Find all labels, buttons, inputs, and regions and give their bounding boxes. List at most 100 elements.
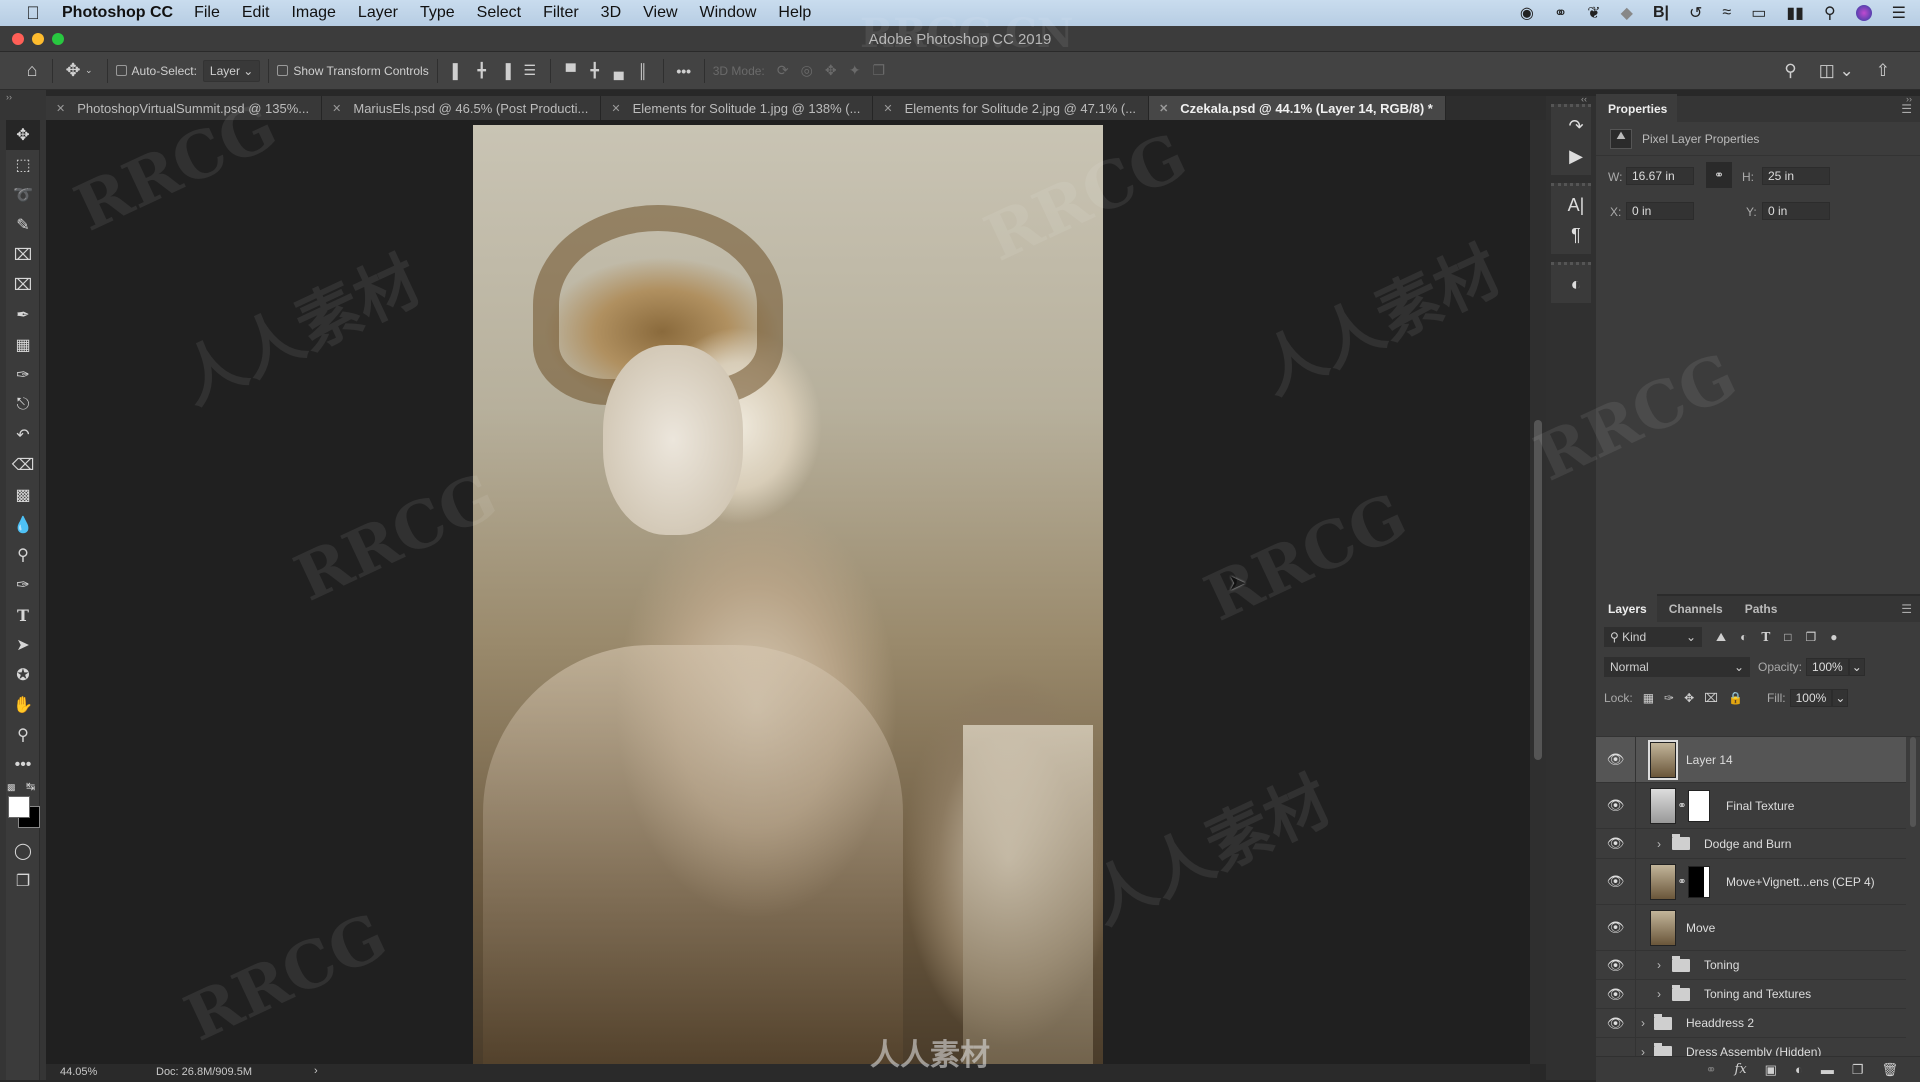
- edit-toolbar-icon[interactable]: •••: [6, 750, 40, 780]
- expand-group-chevron-icon[interactable]: ›: [1636, 1045, 1650, 1056]
- status-menu-chevron-icon[interactable]: ›: [314, 1065, 318, 1077]
- spotlight-icon[interactable]: ⚲: [1824, 3, 1836, 23]
- collapse-panels-icon[interactable]: ‹‹: [1581, 94, 1587, 104]
- menu-help[interactable]: Help: [778, 4, 811, 22]
- lock-all-icon[interactable]: 🔒: [1728, 691, 1743, 705]
- filter-kind-dropdown[interactable]: ⚲ Kind ⌄: [1604, 627, 1702, 647]
- vertical-scrollbar-thumb[interactable]: [1534, 420, 1542, 760]
- auto-select-checkbox[interactable]: Auto-Select:: [115, 64, 197, 78]
- width-field[interactable]: 16.67 in: [1626, 167, 1694, 185]
- close-tab-icon[interactable]: ✕: [611, 102, 620, 115]
- link-dimensions-icon[interactable]: ⚭: [1706, 162, 1732, 188]
- more-options-icon[interactable]: •••: [672, 63, 696, 79]
- blur-tool-icon[interactable]: 💧: [6, 510, 40, 540]
- blend-mode-dropdown[interactable]: Normal ⌄: [1604, 657, 1750, 677]
- layer-mask-thumbnail[interactable]: [1688, 789, 1710, 822]
- bartender-icon[interactable]: B|: [1653, 4, 1669, 22]
- tab-channels[interactable]: Channels: [1657, 602, 1733, 622]
- foreground-color-swatch[interactable]: [8, 796, 30, 818]
- fill-dropdown-icon[interactable]: ⌄: [1832, 689, 1849, 707]
- layer-mask-thumbnail[interactable]: [1688, 865, 1710, 898]
- hand-tool-icon[interactable]: ✋: [6, 690, 40, 720]
- new-group-icon[interactable]: ▬: [1821, 1062, 1834, 1077]
- visibility-eye-icon[interactable]: 👁: [1596, 980, 1636, 1008]
- tab-paths[interactable]: Paths: [1733, 602, 1788, 622]
- filter-toggle-icon[interactable]: ●: [1830, 630, 1837, 644]
- close-tab-icon[interactable]: ✕: [56, 102, 65, 115]
- zoom-tool-icon[interactable]: ⚲: [6, 720, 40, 750]
- menu-window[interactable]: Window: [700, 4, 757, 22]
- layer-name[interactable]: Toning: [1704, 958, 1739, 972]
- menu-layer[interactable]: Layer: [358, 4, 398, 22]
- wifi-icon[interactable]: ≈: [1722, 4, 1731, 22]
- new-adjustment-layer-icon[interactable]: ◐: [1795, 1062, 1803, 1077]
- panel-menu-icon[interactable]: ☰: [1901, 602, 1912, 616]
- align-right-edges-icon[interactable]: ▐: [494, 63, 518, 79]
- align-horizontal-centers-icon[interactable]: ╋: [470, 62, 494, 79]
- type-tool-icon[interactable]: T: [6, 600, 40, 630]
- brush-tool-icon[interactable]: ✑: [6, 360, 40, 390]
- lock-artboard-icon[interactable]: ⌧: [1704, 691, 1718, 705]
- home-icon[interactable]: ⌂: [20, 60, 44, 81]
- mask-link-icon[interactable]: ⚭: [1676, 799, 1688, 812]
- filter-pixel-icon[interactable]: ⛰: [1716, 630, 1726, 645]
- expand-dock-icon[interactable]: ››: [1906, 94, 1912, 104]
- chevron-down-icon[interactable]: ⌄: [85, 65, 93, 76]
- tab-document[interactable]: ✕ Elements for Solitude 2.jpg @ 47.1% (..…: [873, 96, 1150, 120]
- tab-layers[interactable]: Layers: [1596, 594, 1657, 622]
- layer-name[interactable]: Headdress 2: [1686, 1016, 1754, 1030]
- document-image[interactable]: [473, 125, 1103, 1065]
- filter-shape-icon[interactable]: □: [1784, 630, 1791, 644]
- time-machine-icon[interactable]: ↺: [1689, 3, 1702, 23]
- layer-group-row[interactable]: 👁 › Dodge and Burn: [1596, 829, 1906, 859]
- battery-icon[interactable]: ▮▮: [1786, 3, 1804, 23]
- menu-file[interactable]: File: [194, 4, 220, 22]
- filter-smart-object-icon[interactable]: ❐: [1806, 630, 1817, 644]
- layer-name[interactable]: Final Texture: [1726, 799, 1794, 813]
- workspace-switcher-icon[interactable]: ◫ ⌄: [1819, 61, 1854, 81]
- layer-group-row[interactable]: 👁 › Toning and Textures: [1596, 980, 1906, 1009]
- custom-shape-tool-icon[interactable]: ✪: [6, 660, 40, 690]
- adjustments-panel-icon[interactable]: ◐: [1556, 269, 1596, 299]
- tag-icon[interactable]: ◆: [1621, 3, 1633, 23]
- swap-colors-icon[interactable]: ↹: [26, 780, 35, 793]
- align-vertical-centers-icon[interactable]: ╋: [583, 62, 607, 79]
- visibility-eye-icon[interactable]: 👁: [1596, 783, 1636, 828]
- properties-tab[interactable]: Properties: [1596, 94, 1678, 122]
- delete-layer-icon[interactable]: 🗑: [1881, 1062, 1898, 1078]
- filter-type-icon[interactable]: T: [1761, 630, 1770, 644]
- visibility-eye-icon[interactable]: 👁: [1596, 859, 1636, 904]
- share-icon[interactable]: ⇧: [1876, 61, 1890, 81]
- y-field[interactable]: 0 in: [1762, 202, 1830, 220]
- move-tool-icon[interactable]: ✥: [6, 120, 40, 150]
- menu-app-name[interactable]: Photoshop CC: [62, 4, 173, 22]
- distribute-icon[interactable]: ☰: [518, 62, 542, 79]
- fill-field[interactable]: 100%: [1789, 689, 1833, 707]
- close-tab-icon[interactable]: ✕: [332, 102, 341, 115]
- expand-panels-icon[interactable]: ››: [6, 92, 12, 102]
- menu-select[interactable]: Select: [477, 4, 521, 22]
- airplay-icon[interactable]: ▭: [1751, 3, 1766, 23]
- height-field[interactable]: 25 in: [1762, 167, 1830, 185]
- menu-view[interactable]: View: [643, 4, 677, 22]
- screen-mode-icon[interactable]: ❐: [6, 866, 40, 896]
- visibility-eye-icon[interactable]: 👁: [1596, 737, 1636, 782]
- search-icon[interactable]: ⚲: [1784, 61, 1796, 81]
- align-top-edges-icon[interactable]: ▀: [559, 63, 583, 79]
- butterfly-icon[interactable]: ❦: [1587, 3, 1600, 23]
- distribute-vertical-icon[interactable]: ║: [631, 63, 655, 79]
- layer-group-row[interactable]: › Dress Assembly (Hidden): [1596, 1038, 1906, 1056]
- screen-record-icon[interactable]: ◉: [1520, 3, 1534, 23]
- align-left-edges-icon[interactable]: ▌: [446, 63, 470, 79]
- visibility-eye-icon[interactable]: 👁: [1596, 951, 1636, 979]
- zoom-level[interactable]: 44.05%: [60, 1066, 97, 1078]
- menu-3d[interactable]: 3D: [601, 4, 621, 22]
- visibility-eye-icon[interactable]: 👁: [1596, 1009, 1636, 1037]
- eyedropper-tool-icon[interactable]: ✒: [6, 300, 40, 330]
- history-brush-tool-icon[interactable]: ↶: [6, 420, 40, 450]
- show-transform-controls-checkbox[interactable]: Show Transform Controls: [277, 64, 429, 78]
- pen-tool-icon[interactable]: ✑: [6, 570, 40, 600]
- mask-link-icon[interactable]: ⚭: [1676, 875, 1688, 888]
- tab-document[interactable]: ✕ Elements for Solitude 1.jpg @ 138% (...: [601, 96, 874, 120]
- layer-row[interactable]: 👁 ⚭ Move+Vignett...ens (CEP 4): [1596, 859, 1906, 905]
